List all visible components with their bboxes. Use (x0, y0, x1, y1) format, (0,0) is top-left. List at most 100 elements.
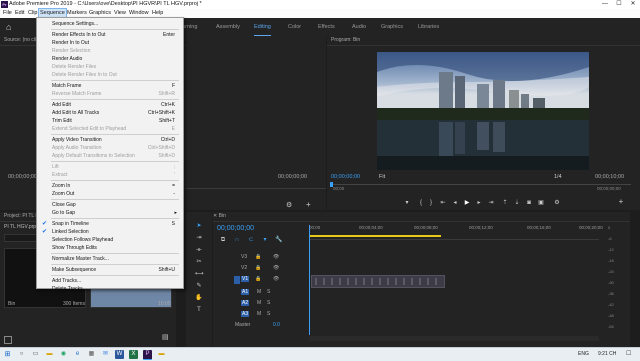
menu-item-show-through-edits[interactable]: Show Through Edits (37, 244, 183, 252)
slip-tool-icon[interactable]: ⟷ (195, 270, 204, 278)
play-icon[interactable]: ▶ (463, 199, 471, 207)
maximize-button[interactable]: ☐ (612, 0, 626, 9)
comparison-view-icon[interactable]: ▣ (537, 199, 545, 207)
pen-tool-icon[interactable]: ✎ (195, 282, 203, 290)
extract-icon[interactable]: ⇣ (513, 199, 521, 207)
workspace-graphics[interactable]: Graphics (381, 18, 403, 36)
mute-track-button[interactable]: M (257, 311, 261, 317)
track-label-a1[interactable]: A1 (241, 289, 250, 295)
mute-track-button[interactable]: M (257, 300, 261, 306)
linked-selection-icon[interactable]: ⊂ (247, 236, 255, 244)
lock-track-icon[interactable]: 🔒 (255, 265, 261, 271)
chrome-icon[interactable]: ◉ (59, 350, 68, 359)
menu-item-linked-selection[interactable]: ✔ Linked Selection (37, 228, 183, 236)
track-label-v1[interactable]: V1 (241, 276, 250, 282)
timeline-playhead[interactable] (309, 225, 310, 335)
menu-item-render-in-to-out[interactable]: Render In to Out (37, 39, 183, 47)
premiere-taskbar-icon[interactable]: P (143, 350, 152, 360)
menu-item-close-gap[interactable]: Close Gap (37, 201, 183, 209)
menu-item-normalize-master-track[interactable]: Normalize Master Track... (37, 255, 183, 263)
type-tool-icon[interactable]: T (195, 306, 203, 314)
resolution-dropdown[interactable]: 1/4 (554, 174, 562, 180)
word-icon[interactable]: W (115, 350, 124, 359)
search-icon[interactable]: ○ (17, 350, 26, 359)
menu-item-render-audio[interactable]: Render Audio (37, 55, 183, 63)
timeline-tab[interactable]: Bin (219, 213, 226, 219)
source-settings-icon[interactable]: ⚙ (286, 201, 292, 209)
clip-v1[interactable] (311, 275, 445, 288)
lift-icon[interactable]: ⇡ (501, 199, 509, 207)
language-indicator[interactable]: ENG (578, 351, 589, 357)
menu-item-sequence-settings[interactable]: Sequence Settings... (37, 20, 183, 28)
workspace-libraries[interactable]: Libraries (418, 18, 439, 36)
ripple-edit-tool-icon[interactable]: ⟛ (195, 246, 203, 254)
workspace-assembly[interactable]: Assembly (216, 18, 240, 36)
razor-tool-icon[interactable]: ✂ (195, 258, 203, 266)
eye-icon[interactable]: 👁 (273, 254, 279, 260)
file-explorer-icon[interactable]: ▬ (45, 350, 54, 359)
menu-item-add-edit-to-all-tracks[interactable]: Add Edit to All Tracks Ctrl+Shift+K (37, 109, 183, 117)
track-select-tool-icon[interactable]: ⇥ (195, 234, 203, 242)
menu-item-add-tracks[interactable]: Add Tracks... (37, 277, 183, 285)
menu-item-delete-tracks[interactable]: Delete Tracks... (37, 285, 183, 293)
menu-item-snap-in-timeline[interactable]: ✔ Snap in Timeline S (37, 220, 183, 228)
menu-item-go-to-gap[interactable]: Go to Gap ▸ (37, 209, 183, 217)
menu-item-trim-edit[interactable]: Trim Edit Shift+T (37, 117, 183, 125)
workspace-effects[interactable]: Effects (318, 18, 335, 36)
add-marker-icon[interactable]: ▾ (403, 199, 411, 207)
mark-out-icon[interactable]: } (427, 199, 435, 207)
menu-item-selection-follows-playhead[interactable]: Selection Follows Playhead (37, 236, 183, 244)
program-settings-icon[interactable]: ⚙ (553, 199, 561, 207)
edge-icon[interactable]: e (73, 350, 82, 359)
step-back-icon[interactable]: ◂ (451, 199, 459, 207)
solo-track-button[interactable]: S (267, 289, 270, 295)
workspace-audio[interactable]: Audio (352, 18, 366, 36)
program-add-button-icon[interactable]: + (617, 198, 625, 206)
menu-file[interactable]: File (2, 9, 13, 18)
source-patch-v1[interactable] (234, 276, 240, 284)
store-icon[interactable]: ▦ (87, 350, 96, 359)
menu-item-render-effects-in-to-out[interactable]: Render Effects In to Out Enter (37, 31, 183, 39)
snap-icon[interactable]: ∩ (233, 236, 241, 244)
menu-item-match-frame[interactable]: Match Frame F (37, 82, 183, 90)
menu-edit[interactable]: Edit (14, 9, 25, 18)
work-area-bar[interactable] (309, 235, 441, 237)
add-marker-timeline-icon[interactable]: ▾ (261, 236, 269, 244)
mail-icon[interactable]: ✉ (101, 350, 110, 359)
solo-track-button[interactable]: S (267, 311, 270, 317)
timeline-settings-icon[interactable]: 🔧 (275, 236, 283, 244)
step-forward-icon[interactable]: ▸ (475, 199, 483, 207)
program-timecode-current[interactable]: 00;00;00;00 (331, 174, 360, 180)
mark-in-icon[interactable]: { (417, 199, 425, 207)
hand-tool-icon[interactable]: ✋ (195, 294, 203, 302)
menu-item-apply-video-transition[interactable]: Apply Video Transition Ctrl+D (37, 136, 183, 144)
task-view-icon[interactable]: ▭ (31, 350, 40, 359)
lock-track-icon[interactable]: 🔒 (255, 276, 261, 282)
timeline-horizontal-scrollbar[interactable] (309, 336, 599, 341)
fit-dropdown[interactable]: Fit (379, 174, 385, 180)
track-label-a2[interactable]: A2 (241, 300, 250, 306)
workspace-color[interactable]: Color (288, 18, 301, 36)
lock-track-icon[interactable]: 🔒 (255, 254, 261, 260)
excel-icon[interactable]: X (129, 350, 138, 359)
timeline-ruler[interactable]: 00;00 00;00;04;00 00;00;08;00 00;00;12;0… (309, 225, 603, 240)
program-tab[interactable]: Program: Bin (327, 36, 640, 46)
go-to-out-icon[interactable]: ⇥ (487, 199, 495, 207)
lock-icon[interactable] (4, 336, 12, 344)
menu-item-zoom-out[interactable]: Zoom Out - (37, 190, 183, 198)
timeline-timecode[interactable]: 00;00;00;00 (217, 225, 254, 232)
eye-icon[interactable]: 👁 (273, 276, 279, 282)
menu-item-add-edit[interactable]: Add Edit Ctrl+K (37, 101, 183, 109)
notification-icon[interactable]: ☐ (626, 350, 631, 357)
mute-track-button[interactable]: M (257, 289, 261, 295)
folder-taskbar-icon[interactable]: ▬ (157, 350, 166, 359)
selection-tool-icon[interactable]: ➤ (195, 222, 203, 230)
nest-icon[interactable]: ⧉ (219, 236, 227, 244)
close-button[interactable]: ✕ (626, 0, 640, 9)
home-icon[interactable]: ⌂ (6, 22, 16, 32)
workspace-editing[interactable]: Editing (254, 18, 271, 36)
solo-track-button[interactable]: S (267, 300, 270, 306)
windows-logo-icon[interactable]: ⊞ (3, 350, 12, 359)
menu-item-zoom-in[interactable]: Zoom In = (37, 182, 183, 190)
export-frame-icon[interactable]: ◙ (525, 199, 533, 207)
